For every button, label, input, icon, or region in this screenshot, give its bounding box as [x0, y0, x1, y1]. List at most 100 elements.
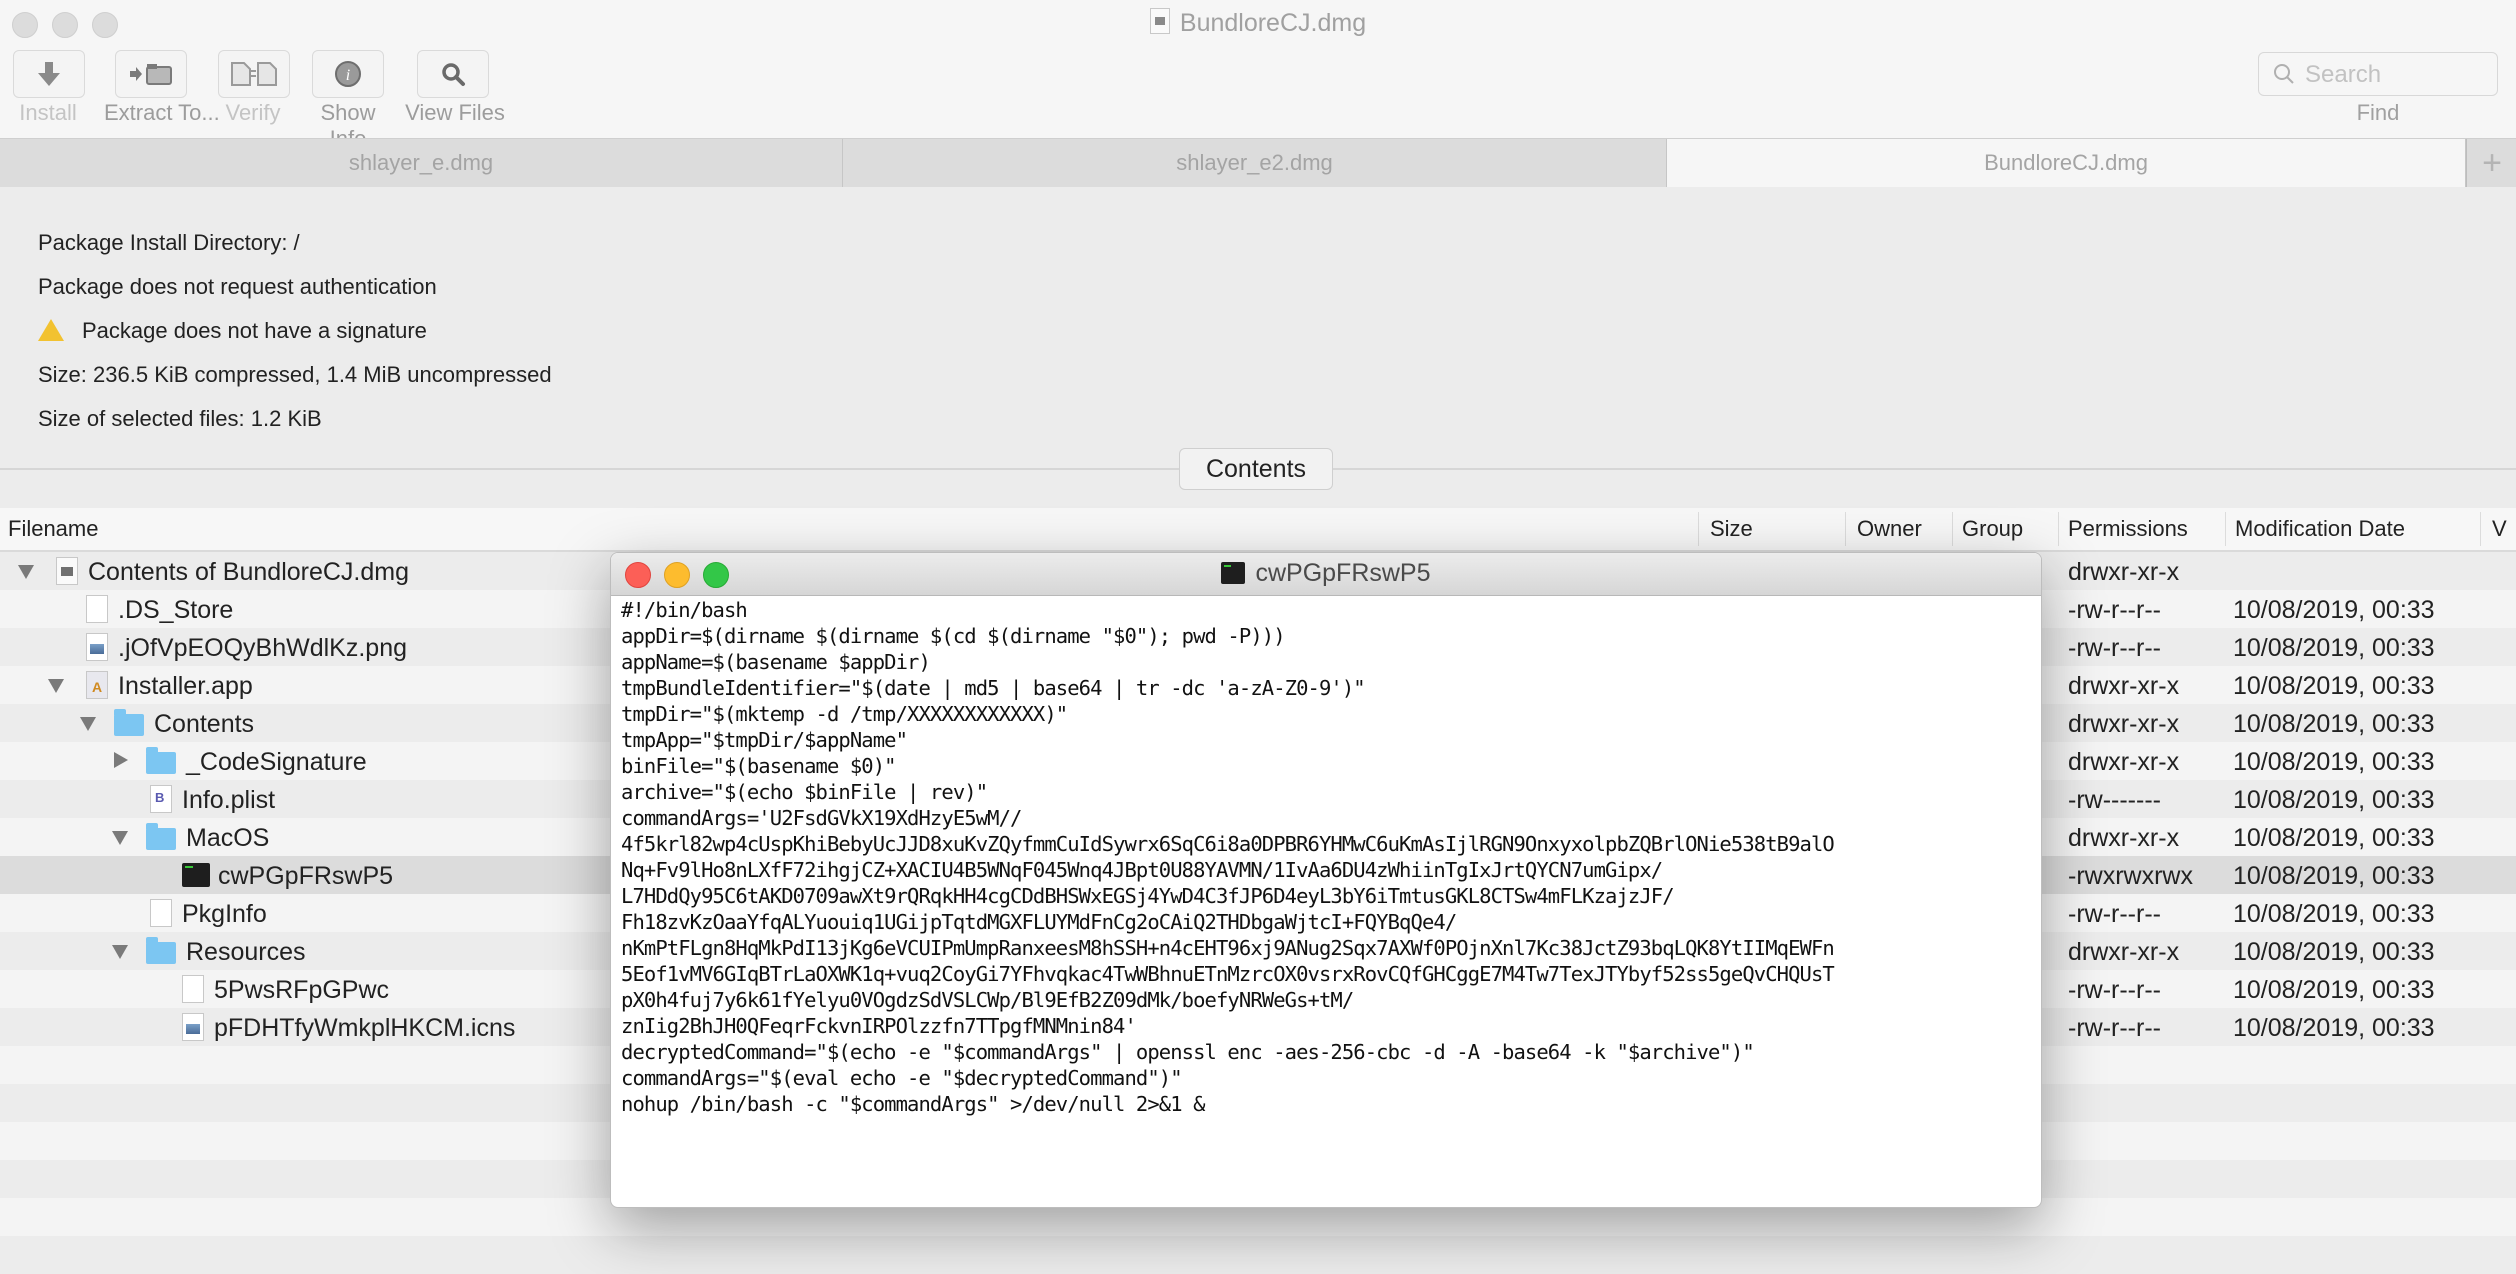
folder-icon: [146, 747, 176, 774]
script-line: nKmPtFLgn8HqMkPdI13jKg6eVCUIPmUmpRanxees…: [621, 936, 1835, 960]
script-line: 5Eof1vMV6GIqBTrLaOXWK1q+vuq2CoyGi7YFhvqk…: [621, 962, 1835, 986]
window-title: BundloreCJ.dmg: [0, 8, 2516, 38]
file-name: .DS_Store: [118, 596, 234, 624]
file-icon: [150, 899, 172, 927]
install-button[interactable]: [13, 50, 85, 98]
column-separator[interactable]: [2058, 512, 2059, 546]
file-modification-date: 10/08/2019, 00:33: [2233, 634, 2435, 662]
plus-icon: +: [2482, 143, 2502, 182]
terminal-window: cwPGpFRswP5 #!/bin/bash appDir=$(dirname …: [610, 552, 2042, 1208]
verify-button[interactable]: [218, 50, 290, 98]
file-modification-date: 10/08/2019, 00:33: [2233, 938, 2435, 966]
terminal-title-bar[interactable]: cwPGpFRswP5: [611, 553, 2041, 596]
file-name: pFDHTfyWmkplHKCM.icns: [214, 1014, 516, 1042]
column-size[interactable]: Size: [1710, 516, 1753, 542]
column-modification-date[interactable]: Modification Date: [2235, 516, 2405, 542]
file-modification-date: 10/08/2019, 00:33: [2233, 786, 2435, 814]
column-filename[interactable]: Filename: [8, 516, 98, 542]
magnifier-icon: [442, 63, 465, 86]
extract-folder-icon: [130, 64, 172, 85]
file-name: MacOS: [186, 824, 270, 852]
signature-text: Package does not have a signature: [82, 318, 427, 343]
file-name: .jOfVpEOQyBhWdlKz.png: [118, 634, 408, 662]
script-content[interactable]: #!/bin/bash appDir=$(dirname $(dirname $(…: [621, 597, 2041, 1207]
script-line: #!/bin/bash: [621, 598, 748, 622]
disclosure-expanded-icon[interactable]: [80, 717, 96, 731]
authentication-text: Package does not request authentication: [38, 274, 437, 299]
column-separator[interactable]: [2480, 512, 2481, 546]
column-separator[interactable]: [1698, 512, 1699, 546]
folder-icon: [146, 937, 176, 964]
column-separator[interactable]: [1845, 512, 1846, 546]
disclosure-expanded-icon[interactable]: [48, 679, 64, 693]
script-line: Nq+Fv9lHo8nLXfF72ihgjCZ+XACIU4B5WNqF045W…: [621, 858, 1663, 882]
column-owner[interactable]: Owner: [1857, 516, 1922, 542]
selected-size-text: Size of selected files: 1.2 KiB: [38, 406, 322, 431]
disclosure-expanded-icon[interactable]: [112, 945, 128, 959]
folder-icon: [146, 823, 176, 850]
view-files-button[interactable]: [417, 50, 489, 98]
folder-icon: [114, 709, 144, 736]
compare-files-icon: [231, 62, 277, 86]
empty-row: [0, 1236, 2516, 1274]
tab-shlayer-e2[interactable]: shlayer_e2.dmg: [843, 139, 1667, 187]
file-modification-date: 10/08/2019, 00:33: [2233, 672, 2435, 700]
add-tab-button[interactable]: +: [2466, 139, 2516, 187]
extract-to-button[interactable]: [115, 50, 187, 98]
script-line: binFile="$(basename $0)": [621, 754, 897, 778]
svg-text:i: i: [346, 67, 350, 84]
file-icon: [182, 975, 204, 1003]
disk-image-icon: [56, 557, 78, 585]
install-directory-text: Package Install Directory: /: [38, 230, 300, 255]
file-name: Resources: [186, 938, 306, 966]
pacifist-window: BundloreCJ.dmg Install Extract To... Ver…: [0, 0, 2516, 1272]
contents-button[interactable]: Contents: [1179, 448, 1333, 490]
file-modification-date: 10/08/2019, 00:33: [2233, 596, 2435, 624]
file-name: 5PwsRFpGPwc: [214, 976, 390, 1004]
script-line: nohup /bin/bash -c "$commandArgs" >/dev/…: [621, 1092, 1205, 1116]
install-label: Install: [19, 100, 77, 125]
disclosure-collapsed-icon[interactable]: [114, 752, 128, 768]
disclosure-expanded-icon[interactable]: [112, 831, 128, 845]
disclosure-expanded-icon[interactable]: [18, 565, 34, 579]
script-line: pX0h4fuj7y6k61fYelyu0VOgdzSdVSLCWp/Bl9Ef…: [621, 988, 1354, 1012]
download-arrow-icon: [38, 62, 60, 86]
file-permissions: drwxr-xr-x: [2068, 558, 2180, 586]
column-permissions[interactable]: Permissions: [2068, 516, 2188, 542]
file-name: _CodeSignature: [186, 748, 367, 776]
tab-bundlorecj[interactable]: BundloreCJ.dmg: [1667, 139, 2466, 187]
script-line: commandArgs='U2FsdGVkX19XdHzyE5wM//: [621, 806, 1022, 830]
terminal-executable-icon: [1221, 562, 1246, 584]
file-permissions: -rwxrwxrwx: [2068, 862, 2193, 890]
file-modification-date: 10/08/2019, 00:33: [2233, 976, 2435, 1004]
file-permissions: -rw-r--r--: [2068, 1014, 2161, 1042]
file-modification-date: 10/08/2019, 00:33: [2233, 748, 2435, 776]
file-modification-date: 10/08/2019, 00:33: [2233, 862, 2435, 890]
script-line: tmpApp="$tmpDir/$appName": [621, 728, 908, 752]
tab-shlayer-e[interactable]: shlayer_e.dmg: [0, 139, 843, 187]
window-title-text: BundloreCJ.dmg: [1179, 9, 1367, 37]
tab-label: BundloreCJ.dmg: [1984, 150, 2148, 175]
file-permissions: -rw-------: [2068, 786, 2161, 814]
plist-icon: [150, 785, 172, 813]
search-placeholder: Search: [2305, 61, 2382, 88]
column-group[interactable]: Group: [1962, 516, 2023, 542]
file-permissions: drwxr-xr-x: [2068, 710, 2180, 738]
column-separator[interactable]: [1952, 512, 1953, 546]
file-permissions: drwxr-xr-x: [2068, 748, 2180, 776]
tab-bar: shlayer_e.dmg shlayer_e2.dmg BundloreCJ.…: [0, 138, 2516, 187]
image-file-icon: [182, 1013, 204, 1041]
tab-label: shlayer_e2.dmg: [1176, 150, 1333, 175]
search-field[interactable]: Search: [2258, 52, 2498, 96]
tab-label: shlayer_e.dmg: [348, 150, 494, 175]
file-permissions: -rw-r--r--: [2068, 634, 2161, 662]
script-line: 4f5krl82wp4cUspKhiBebyUcJJD8xuKvZQyfmmCu…: [621, 832, 1835, 856]
file-permissions: drwxr-xr-x: [2068, 824, 2180, 852]
show-info-button[interactable]: i: [312, 50, 384, 98]
column-separator[interactable]: [2225, 512, 2226, 546]
signature-status: Package does not have a signature: [38, 318, 427, 344]
file-permissions: drwxr-xr-x: [2068, 938, 2180, 966]
column-v[interactable]: V: [2492, 516, 2507, 542]
file-name: Contents: [154, 710, 255, 738]
verify-label: Verify: [225, 100, 281, 125]
